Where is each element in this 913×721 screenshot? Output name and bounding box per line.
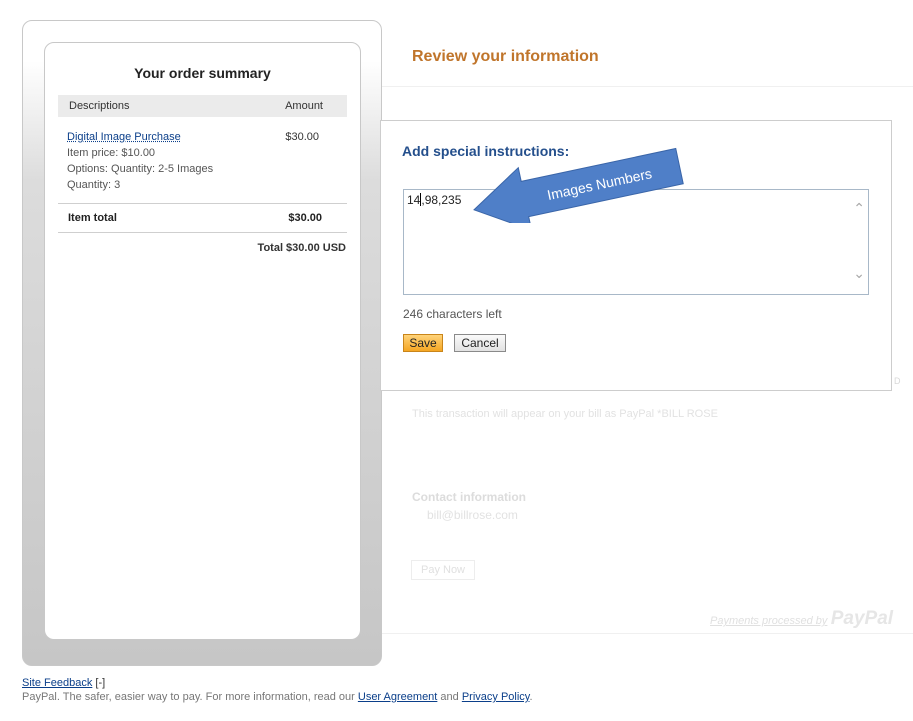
- divider: [382, 86, 913, 87]
- item-price-line: Item price: $10.00: [67, 147, 156, 159]
- order-summary-title: Your order summary: [134, 65, 271, 81]
- payments-processed-text: Payments processed by: [710, 615, 828, 627]
- feedback-toggle[interactable]: [-]: [95, 677, 105, 689]
- footer-tagline: PayPal. The safer, easier way to pay. Fo…: [22, 691, 355, 703]
- grand-total: Total $30.00 USD: [257, 242, 346, 254]
- textarea-suffix: ,98,235: [421, 193, 462, 207]
- paypal-logo: PayPal: [830, 608, 894, 629]
- divider: [58, 203, 347, 204]
- textarea-prefix: 14: [407, 193, 421, 207]
- item-total-value: $30.00: [288, 212, 322, 224]
- contact-email: bill@billrose.com: [427, 508, 518, 522]
- item-quantity-line: Quantity: 3: [67, 179, 121, 191]
- review-title: Review your information: [412, 48, 599, 65]
- statement-note: This transaction will appear on your bil…: [412, 408, 718, 420]
- pay-now-button[interactable]: Pay Now: [411, 560, 475, 580]
- paypal-footer-mark: Payments processed by PayPal: [710, 608, 893, 630]
- divider: [58, 232, 347, 233]
- dialog-corner-mark: D: [894, 376, 901, 386]
- column-header-amount: Amount: [285, 100, 323, 112]
- arrow-shape: [473, 147, 684, 223]
- save-button[interactable]: Save: [403, 334, 443, 352]
- site-feedback-link[interactable]: Site Feedback: [22, 677, 92, 689]
- item-total-label: Item total: [68, 212, 117, 224]
- item-amount: $30.00: [285, 131, 319, 143]
- item-options-line: Options: Quantity: 2-5 Images: [67, 163, 214, 175]
- column-header-descriptions: Descriptions: [69, 100, 130, 112]
- order-summary-header: Descriptions Amount: [58, 95, 347, 117]
- characters-left: 246 characters left: [403, 307, 502, 321]
- divider: [382, 633, 913, 634]
- footer-and: and: [440, 691, 459, 703]
- contact-heading: Contact information: [412, 490, 526, 504]
- cancel-button[interactable]: Cancel: [454, 334, 506, 352]
- order-summary-panel: Your order summary Descriptions Amount D…: [44, 42, 361, 640]
- item-name-link[interactable]: Digital Image Purchase: [67, 131, 181, 143]
- privacy-policy-link[interactable]: Privacy Policy: [462, 691, 530, 703]
- annotation-arrow: Images Numbers: [473, 147, 684, 223]
- user-agreement-link[interactable]: User Agreement: [358, 691, 437, 703]
- footer-period: .: [529, 691, 533, 703]
- footer-legal: PayPal. The safer, easier way to pay. Fo…: [22, 691, 533, 703]
- footer-feedback: Site Feedback [-]: [22, 677, 105, 689]
- scroll-up-icon[interactable]: ⌃: [853, 200, 865, 217]
- scroll-down-icon[interactable]: ⌄: [853, 265, 865, 282]
